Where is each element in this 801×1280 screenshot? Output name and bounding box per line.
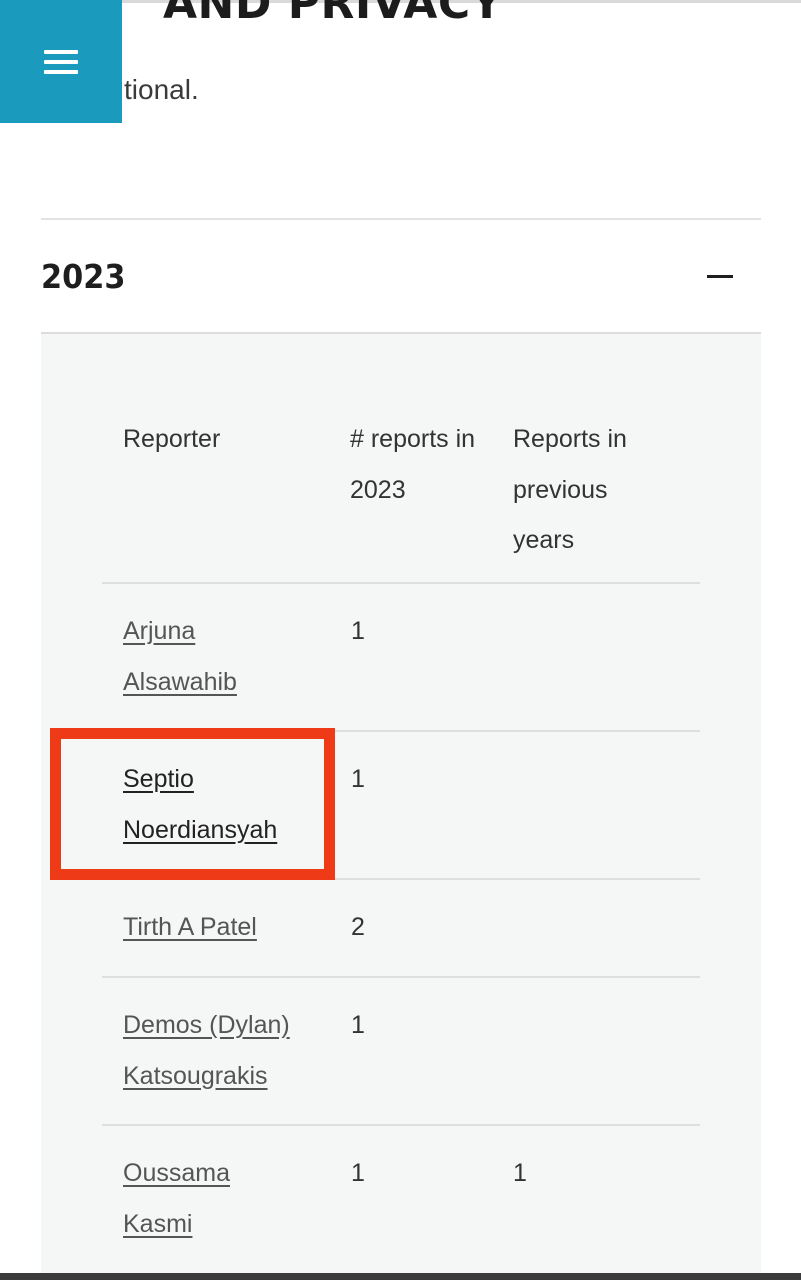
table-row: Demos (Dylan) Katsougrakis 1 xyxy=(102,976,700,1124)
menu-button[interactable] xyxy=(0,0,122,123)
reporter-link[interactable]: Arjuna Alsawahib xyxy=(123,617,237,696)
report-count: 2 xyxy=(351,913,365,941)
table-row: Arjuna Alsawahib 1 xyxy=(102,582,700,730)
reporter-cell: Demos (Dylan) Katsougrakis xyxy=(123,1000,323,1101)
reporter-cell: Tirth A Patel xyxy=(123,902,353,953)
previous-report-count: 1 xyxy=(513,1159,527,1187)
table-row: Tirth A Patel 2 xyxy=(102,878,700,976)
reporter-cell: Arjuna Alsawahib xyxy=(123,606,313,707)
minus-icon[interactable] xyxy=(707,274,733,278)
accordion-panel: Reporter # reports in 2023 Reports in pr… xyxy=(41,334,761,1274)
reporter-cell: Septio Noerdiansyah xyxy=(123,754,313,855)
reporter-link[interactable]: Septio Noerdiansyah xyxy=(123,765,277,844)
reporter-cell: Oussama Kasmi xyxy=(123,1148,283,1249)
report-count: 1 xyxy=(351,1159,365,1187)
accordion-year-title: 2023 xyxy=(41,256,126,296)
accordion-header-2023[interactable]: 2023 xyxy=(41,220,761,332)
page-heading: AND PRIVACY xyxy=(163,0,503,29)
column-header-reports-previous: Reports in previous years xyxy=(513,425,627,554)
column-header-reporter: Reporter xyxy=(123,425,221,453)
table-row: Septio Noerdiansyah 1 xyxy=(102,730,700,878)
report-count: 1 xyxy=(351,617,365,645)
column-header-reports-2023: # reports in 2023 xyxy=(350,425,476,504)
reporter-link[interactable]: Oussama Kasmi xyxy=(123,1159,230,1238)
reporter-link[interactable]: Demos (Dylan) Katsougrakis xyxy=(123,1011,290,1090)
report-count: 1 xyxy=(351,765,365,793)
report-count: 1 xyxy=(351,1011,365,1039)
reporter-link[interactable]: Tirth A Patel xyxy=(123,913,257,941)
bottom-system-bar xyxy=(0,1273,801,1280)
hamburger-menu-icon xyxy=(44,49,78,74)
intro-text: tional. xyxy=(124,74,199,105)
table-row: Oussama Kasmi 1 1 xyxy=(102,1124,700,1274)
